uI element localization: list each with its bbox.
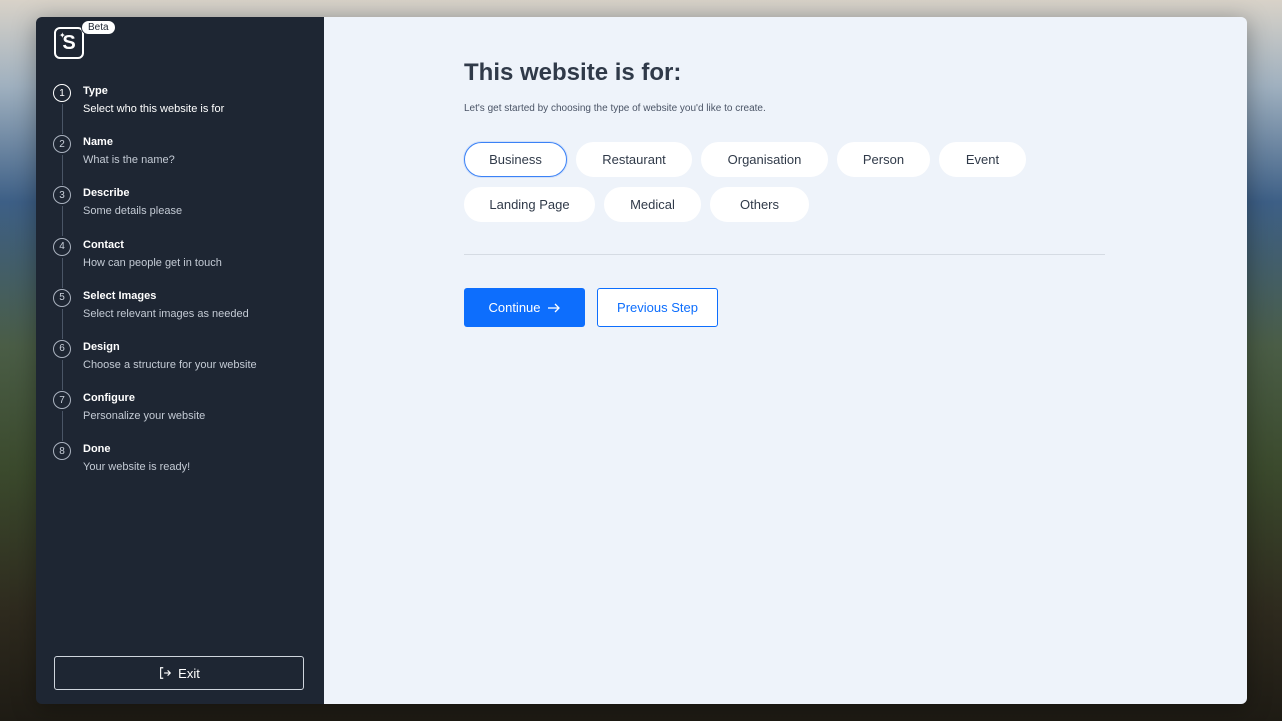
step-subtitle: Some details please (83, 205, 183, 218)
chip-row: Business Restaurant Organisation Person … (464, 142, 1114, 177)
step-design[interactable]: 6 Design Choose a structure for your web… (53, 339, 313, 390)
app-window: ✦ S Beta 1 Type Select who this website … (36, 17, 1247, 704)
type-chip-person[interactable]: Person (837, 142, 930, 177)
step-connector (62, 206, 63, 237)
continue-button[interactable]: Continue (464, 288, 585, 327)
step-connector (62, 257, 63, 288)
step-title: Done (83, 443, 111, 456)
previous-step-button[interactable]: Previous Step (597, 288, 718, 327)
step-number: 3 (53, 186, 71, 205)
divider (464, 254, 1105, 255)
step-type[interactable]: 1 Type Select who this website is for (53, 83, 313, 134)
chip-row: Landing Page Medical Others (464, 187, 1114, 222)
main-content: This website is for: Let's get started b… (324, 17, 1247, 704)
website-type-options: Business Restaurant Organisation Person … (464, 142, 1114, 232)
page-title: This website is for: (464, 59, 682, 86)
step-subtitle: Select relevant images as needed (83, 307, 249, 320)
arrow-right-icon (547, 303, 560, 312)
step-contact[interactable]: 4 Contact How can people get in touch (53, 237, 313, 288)
step-name[interactable]: 2 Name What is the name? (53, 134, 313, 186)
type-chip-others[interactable]: Others (710, 187, 809, 222)
step-number: 7 (53, 391, 71, 410)
step-connector (62, 155, 63, 186)
sparkle-icon: ✦ (59, 31, 66, 40)
step-select-images[interactable]: 5 Select Images Select relevant images a… (53, 288, 313, 339)
type-chip-medical[interactable]: Medical (604, 187, 701, 222)
continue-label: Continue (488, 300, 541, 315)
type-chip-restaurant[interactable]: Restaurant (576, 142, 692, 177)
step-number: 4 (53, 237, 71, 256)
step-number: 5 (53, 288, 71, 307)
step-configure[interactable]: 7 Configure Personalize your website (53, 390, 313, 442)
step-subtitle: Select who this website is for (83, 103, 225, 115)
page-subtitle: Let's get started by choosing the type o… (464, 103, 766, 114)
type-chip-business[interactable]: Business (464, 142, 567, 177)
exit-label: Exit (178, 665, 200, 681)
type-chip-organisation[interactable]: Organisation (701, 142, 828, 177)
step-subtitle: Personalize your website (83, 410, 206, 423)
step-number: 6 (53, 339, 71, 358)
sidebar: ✦ S Beta 1 Type Select who this website … (36, 17, 324, 704)
step-subtitle: Choose a structure for your website (83, 358, 257, 371)
step-subtitle: Your website is ready! (83, 461, 191, 474)
step-title: Configure (83, 392, 135, 405)
step-title: Describe (83, 187, 130, 200)
step-title: Type (83, 85, 108, 97)
step-number: 1 (53, 84, 71, 102)
step-connector (62, 104, 63, 134)
step-connector (62, 411, 63, 442)
step-title: Design (83, 340, 120, 353)
step-title: Select Images (83, 289, 157, 302)
type-chip-landing-page[interactable]: Landing Page (464, 187, 595, 222)
step-connector (62, 359, 63, 390)
step-describe[interactable]: 3 Describe Some details please (53, 185, 313, 237)
step-list: 1 Type Select who this website is for 2 … (53, 83, 313, 493)
step-number: 8 (53, 442, 71, 461)
step-subtitle: What is the name? (83, 154, 175, 167)
step-title: Name (83, 136, 113, 149)
step-title: Contact (83, 238, 124, 251)
beta-badge: Beta (81, 20, 116, 35)
app-logo: ✦ S (54, 27, 84, 59)
step-number: 2 (53, 135, 71, 154)
step-connector (62, 308, 63, 339)
exit-button[interactable]: Exit (54, 656, 304, 690)
step-subtitle: How can people get in touch (83, 256, 222, 269)
type-chip-event[interactable]: Event (939, 142, 1026, 177)
exit-icon (160, 667, 172, 679)
step-done[interactable]: 8 Done Your website is ready! (53, 441, 313, 492)
